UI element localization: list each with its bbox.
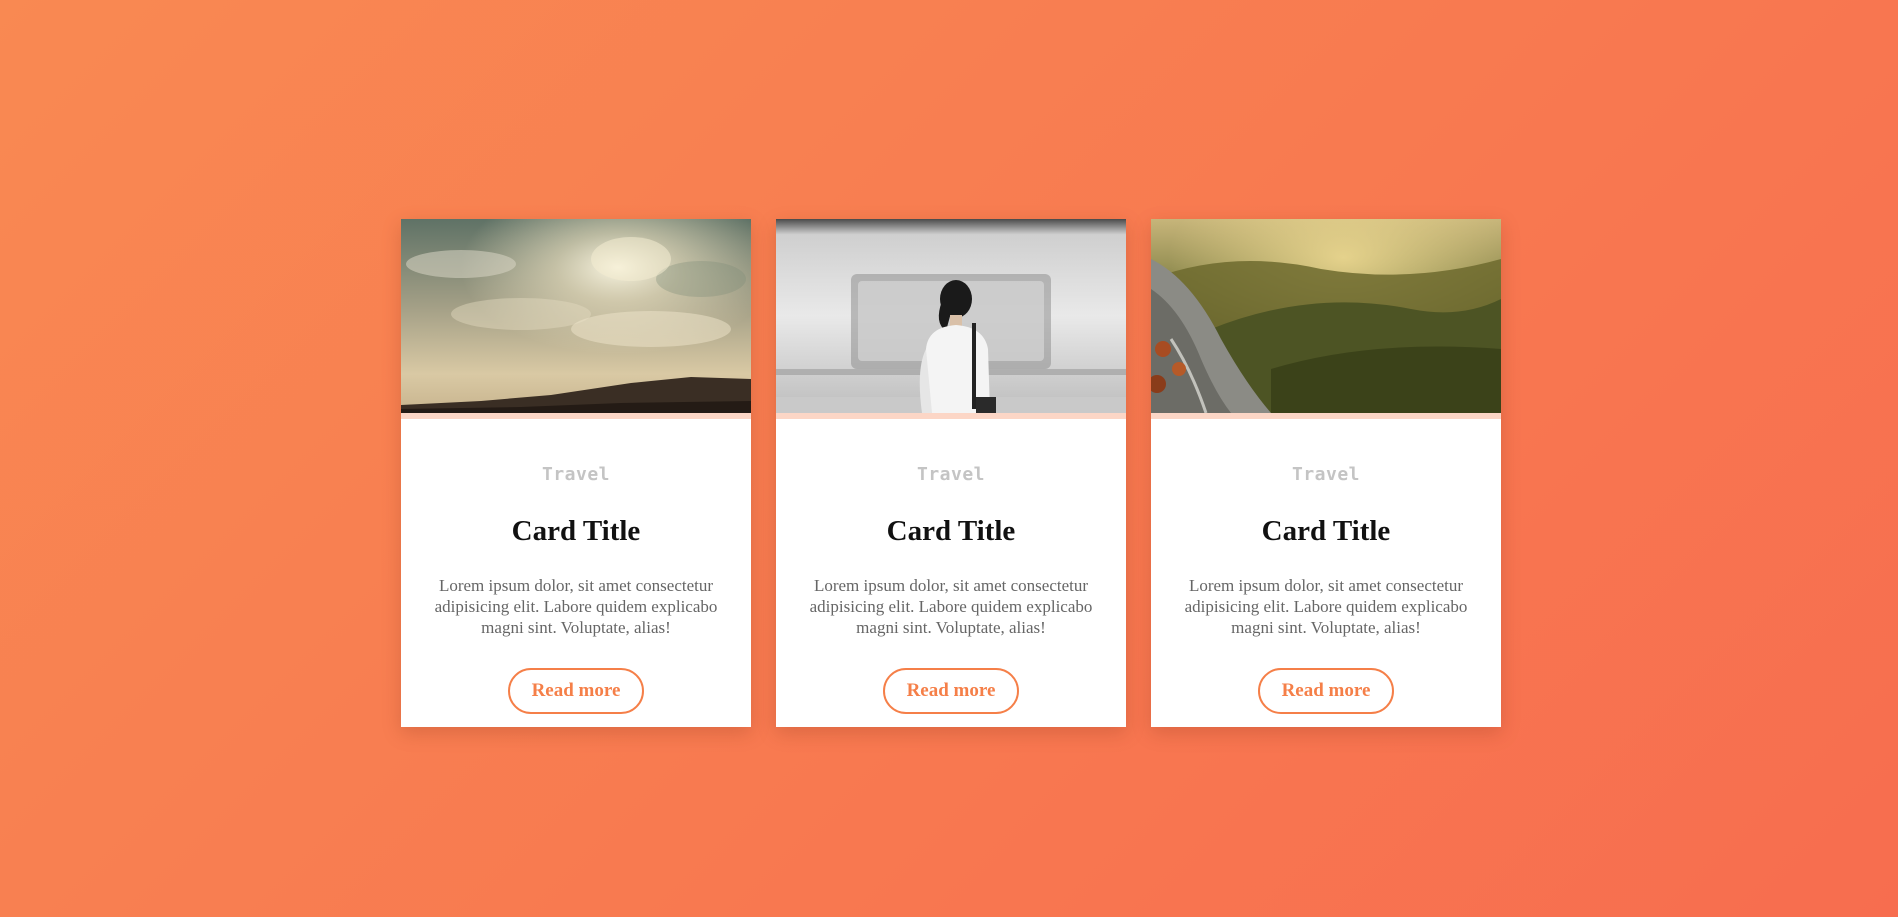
card-title: Card Title (511, 515, 641, 547)
card: Travel Card Title Lorem ipsum dolor, sit… (776, 219, 1126, 727)
image-divider (401, 413, 751, 419)
card-image-sky (401, 219, 751, 413)
read-more-button[interactable]: Read more (1258, 668, 1394, 714)
card: Travel Card Title Lorem ipsum dolor, sit… (1151, 219, 1501, 727)
card-category: Travel (541, 464, 611, 485)
card: Travel Card Title Lorem ipsum dolor, sit… (401, 219, 751, 727)
card-category: Travel (1291, 464, 1361, 485)
card-title: Card Title (1261, 515, 1391, 547)
card-category: Travel (916, 464, 986, 485)
read-more-button[interactable]: Read more (883, 668, 1019, 714)
card-description: Lorem ipsum dolor, sit amet consectetur … (1184, 576, 1468, 637)
image-divider (776, 413, 1126, 419)
card-description: Lorem ipsum dolor, sit amet consectetur … (434, 576, 718, 637)
read-more-button[interactable]: Read more (508, 668, 644, 714)
card-description: Lorem ipsum dolor, sit amet consectetur … (809, 576, 1093, 637)
card-title: Card Title (886, 515, 1016, 547)
card-image-subway (776, 219, 1126, 413)
image-divider (1151, 413, 1501, 419)
card-grid: Travel Card Title Lorem ipsum dolor, sit… (401, 219, 1501, 727)
card-image-forest (1151, 219, 1501, 413)
